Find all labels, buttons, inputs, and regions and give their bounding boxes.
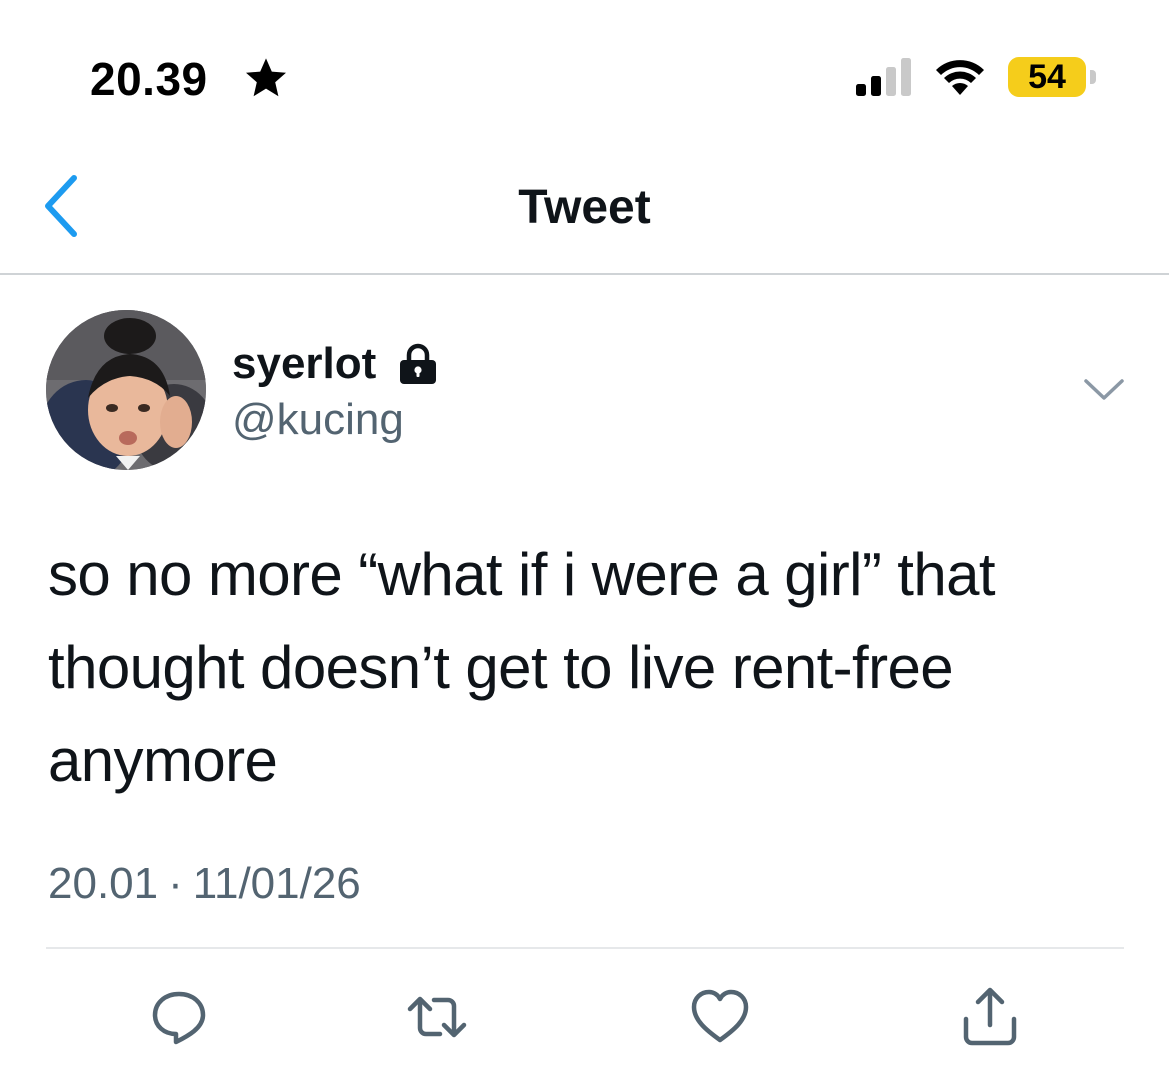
tweet-text: so no more “what if i were a girl” that … bbox=[48, 541, 996, 794]
action-divider bbox=[46, 947, 1124, 949]
avatar[interactable] bbox=[46, 310, 206, 470]
battery-icon: 54 bbox=[1008, 57, 1098, 99]
author-handle[interactable]: @kucing bbox=[232, 394, 404, 446]
tweet-date: 11/01/26 bbox=[192, 859, 361, 908]
avatar-photo bbox=[46, 310, 206, 470]
page-title: Tweet bbox=[518, 181, 651, 234]
retweet-icon bbox=[407, 996, 467, 1038]
chevron-down-icon[interactable] bbox=[1082, 372, 1126, 408]
tweet-timestamp: 20.01 · 11/01/26 bbox=[48, 858, 361, 910]
wifi-icon bbox=[936, 60, 984, 95]
author-display-name[interactable]: syerlot bbox=[232, 338, 376, 390]
share-button[interactable] bbox=[958, 985, 1022, 1049]
battery-level: 54 bbox=[1028, 58, 1066, 96]
nav-divider bbox=[0, 273, 1169, 275]
tweet-time: 20.01 bbox=[48, 859, 159, 908]
battery-tip bbox=[1090, 70, 1096, 84]
heart-icon bbox=[691, 989, 749, 1043]
share-icon bbox=[963, 987, 1017, 1046]
retweet-button[interactable] bbox=[405, 985, 469, 1049]
meta-separator: · bbox=[168, 859, 183, 908]
reply-button[interactable] bbox=[147, 985, 211, 1049]
reply-icon bbox=[152, 991, 206, 1045]
star-icon bbox=[246, 58, 286, 97]
like-button[interactable] bbox=[688, 985, 752, 1049]
cellular-signal-icon bbox=[856, 58, 911, 96]
tweet-detail-screen: 20.39 54 Tweet syerlot @kucing so no mor… bbox=[0, 0, 1169, 1073]
status-time: 20.39 bbox=[90, 53, 208, 105]
lock-icon bbox=[400, 343, 436, 384]
